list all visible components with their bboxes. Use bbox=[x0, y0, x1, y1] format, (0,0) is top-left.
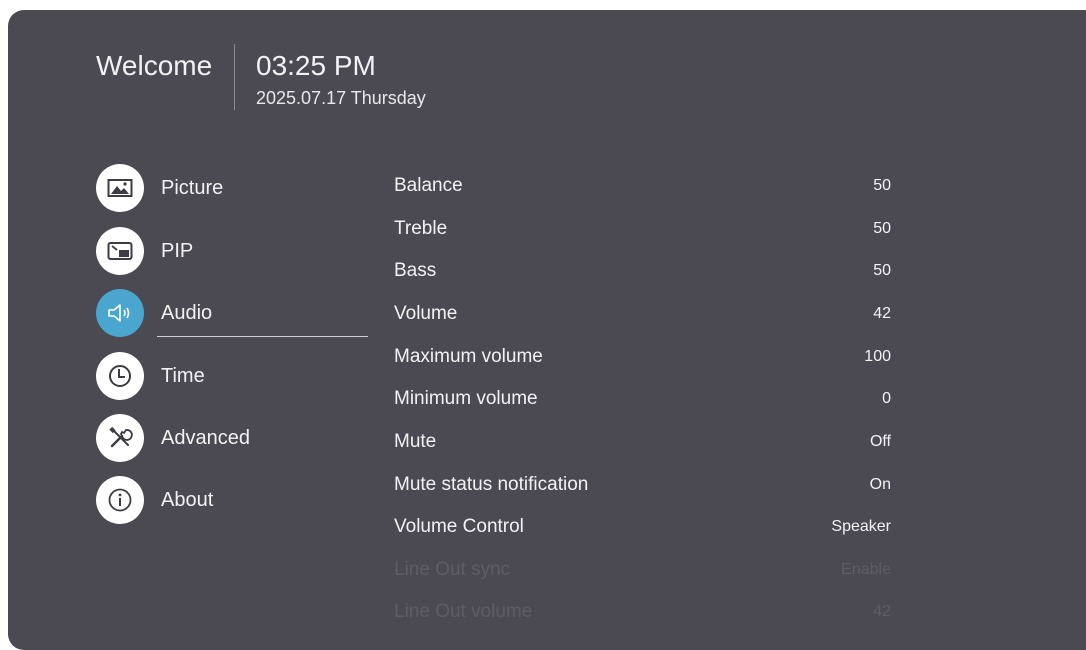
setting-row-mute-status-notification[interactable]: Mute status notification On bbox=[394, 470, 891, 500]
pip-icon bbox=[96, 227, 144, 275]
clock-time: 03:25 PM bbox=[256, 50, 376, 81]
setting-value: 50 bbox=[873, 177, 891, 194]
menu-label-time: Time bbox=[161, 364, 205, 387]
setting-label: Maximum volume bbox=[394, 346, 543, 367]
info-icon bbox=[96, 476, 144, 524]
setting-label: Line Out volume bbox=[394, 601, 533, 622]
setting-label: Balance bbox=[394, 175, 463, 196]
header-divider bbox=[234, 44, 235, 110]
setting-value: Speaker bbox=[831, 518, 891, 535]
setting-row-line-out-sync: Line Out sync Enable bbox=[394, 555, 891, 585]
setting-label: Mute status notification bbox=[394, 474, 589, 495]
setting-value: Off bbox=[869, 433, 891, 450]
settings-panel: Welcome 03:25 PM 2025.07.17 Thursday Pic… bbox=[8, 10, 1086, 650]
setting-value: 50 bbox=[873, 220, 891, 237]
setting-value: 50 bbox=[873, 262, 891, 279]
menu-item-advanced[interactable]: Advanced bbox=[96, 413, 368, 463]
active-menu-underline bbox=[157, 336, 368, 337]
menu-item-time[interactable]: Time bbox=[96, 351, 368, 401]
setting-label: Treble bbox=[394, 218, 448, 239]
menu-item-pip[interactable]: PIP bbox=[96, 226, 368, 276]
setting-value: On bbox=[869, 476, 891, 493]
tools-icon bbox=[96, 414, 144, 462]
setting-row-balance[interactable]: Balance 50 bbox=[394, 171, 891, 201]
setting-value: 0 bbox=[882, 390, 891, 407]
menu-label-picture: Picture bbox=[161, 176, 224, 199]
setting-value: 42 bbox=[873, 603, 891, 620]
speaker-icon bbox=[96, 289, 144, 337]
setting-row-bass[interactable]: Bass 50 bbox=[394, 256, 891, 286]
setting-label: Volume bbox=[394, 303, 458, 324]
setting-row-treble[interactable]: Treble 50 bbox=[394, 214, 891, 244]
menu-item-picture[interactable]: Picture bbox=[96, 163, 368, 213]
setting-row-volume[interactable]: Volume 42 bbox=[394, 299, 891, 329]
menu-item-about[interactable]: About bbox=[96, 475, 368, 525]
setting-value: Enable bbox=[841, 561, 891, 578]
setting-row-maximum-volume[interactable]: Maximum volume 100 bbox=[394, 342, 891, 372]
setting-row-volume-control[interactable]: Volume Control Speaker bbox=[394, 512, 891, 542]
menu-label-pip: PIP bbox=[161, 239, 194, 262]
menu-label-about: About bbox=[161, 488, 214, 511]
setting-label: Line Out sync bbox=[394, 559, 511, 580]
setting-value: 100 bbox=[864, 348, 891, 365]
setting-label: Minimum volume bbox=[394, 388, 538, 409]
setting-row-line-out-volume: Line Out volume 42 bbox=[394, 597, 891, 627]
setting-value: 42 bbox=[873, 305, 891, 322]
menu-label-audio: Audio bbox=[161, 301, 213, 324]
clock-icon bbox=[96, 352, 144, 400]
menu-item-audio[interactable]: Audio bbox=[96, 288, 368, 338]
setting-row-minimum-volume[interactable]: Minimum volume 0 bbox=[394, 384, 891, 414]
picture-icon bbox=[96, 164, 144, 212]
menu-label-advanced: Advanced bbox=[161, 426, 250, 449]
setting-label: Volume Control bbox=[394, 516, 524, 537]
setting-label: Mute bbox=[394, 431, 437, 452]
setting-row-mute[interactable]: Mute Off bbox=[394, 427, 891, 457]
setting-label: Bass bbox=[394, 260, 437, 281]
welcome-text: Welcome bbox=[96, 50, 213, 81]
clock-date: 2025.07.17 Thursday bbox=[256, 88, 426, 108]
